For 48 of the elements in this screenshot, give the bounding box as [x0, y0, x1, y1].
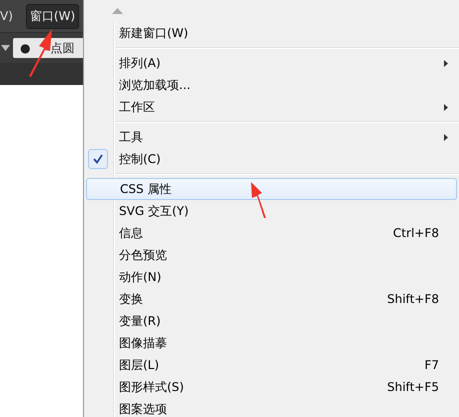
menu-item[interactable]: 分色预览 [86, 244, 457, 266]
menu-item-label: 工作区 [119, 98, 155, 116]
menu-item-label: 排列(A) [119, 54, 161, 72]
menu-item-label: 分色预览 [119, 246, 167, 264]
menu-item[interactable]: 图层(L) F7 [86, 354, 457, 376]
menu-item[interactable]: 工作区 [86, 96, 457, 118]
menu-item-label: 图案选项 [119, 400, 167, 417]
menu-item[interactable]: 变换 Shift+F8 [86, 288, 457, 310]
shortcut-label: Shift+F8 [387, 292, 439, 306]
menu-bar-item[interactable]: V) [0, 6, 16, 26]
menu-item[interactable]: 动作(N) [86, 266, 457, 288]
shortcut-label: Shift+F5 [387, 380, 439, 394]
menu-item-label: 图形样式(S) [119, 378, 184, 396]
menu-item[interactable]: 图形样式(S) Shift+F5 [86, 376, 457, 398]
menu-item[interactable]: SVG 交互(Y) [86, 200, 457, 222]
menu-item[interactable]: 控制(C) [86, 148, 457, 170]
shape-dropdown[interactable]: ● 点圆 [13, 38, 83, 58]
menu-item-label: 变换 [119, 290, 143, 308]
checkmark-icon [93, 154, 103, 164]
menu-item-label: CSS 属性 [120, 180, 172, 198]
annotation-arrow [29, 29, 52, 77]
menu-item[interactable]: 工具 [86, 126, 457, 148]
menu-item[interactable]: 新建窗口(W) [86, 22, 457, 44]
annotation-arrow [251, 182, 266, 218]
menu-bar-item[interactable]: 窗口(W) [26, 4, 80, 28]
menu-item[interactable]: CSS 属性 [86, 178, 457, 200]
menu-item[interactable]: 浏览加载项... [86, 74, 457, 96]
menu-item[interactable]: 图案选项 [86, 398, 457, 417]
dropdown-caret-icon[interactable] [1, 45, 10, 51]
menu-item-label: 图层(L) [119, 356, 160, 374]
menu-item[interactable]: 图像描摹 [86, 332, 457, 354]
submenu-arrow-icon [444, 104, 448, 110]
shortcut-label: F7 [424, 358, 439, 372]
menu-item-label: 信息 [119, 224, 143, 242]
menu-item[interactable]: 变量(R) [86, 310, 457, 332]
menu-item[interactable]: 排列(A) [86, 52, 457, 74]
menu-item-label: SVG 交互(Y) [119, 202, 189, 220]
menu-item-label: 动作(N) [119, 268, 162, 286]
menu-item-label: 变量(R) [119, 312, 161, 330]
submenu-arrow-icon [444, 60, 448, 66]
shortcut-label: Ctrl+F8 [393, 226, 439, 240]
menu-item-label: 控制(C) [119, 150, 161, 168]
menu-item-label: 工具 [119, 128, 143, 146]
submenu-arrow-icon [444, 134, 448, 140]
menu-item[interactable]: 信息 Ctrl+F8 [86, 222, 457, 244]
menu-item-label: 图像描摹 [119, 334, 167, 352]
menu-item-label: 浏览加载项... [119, 76, 190, 94]
menu-item-label: 新建窗口(W) [119, 24, 188, 42]
